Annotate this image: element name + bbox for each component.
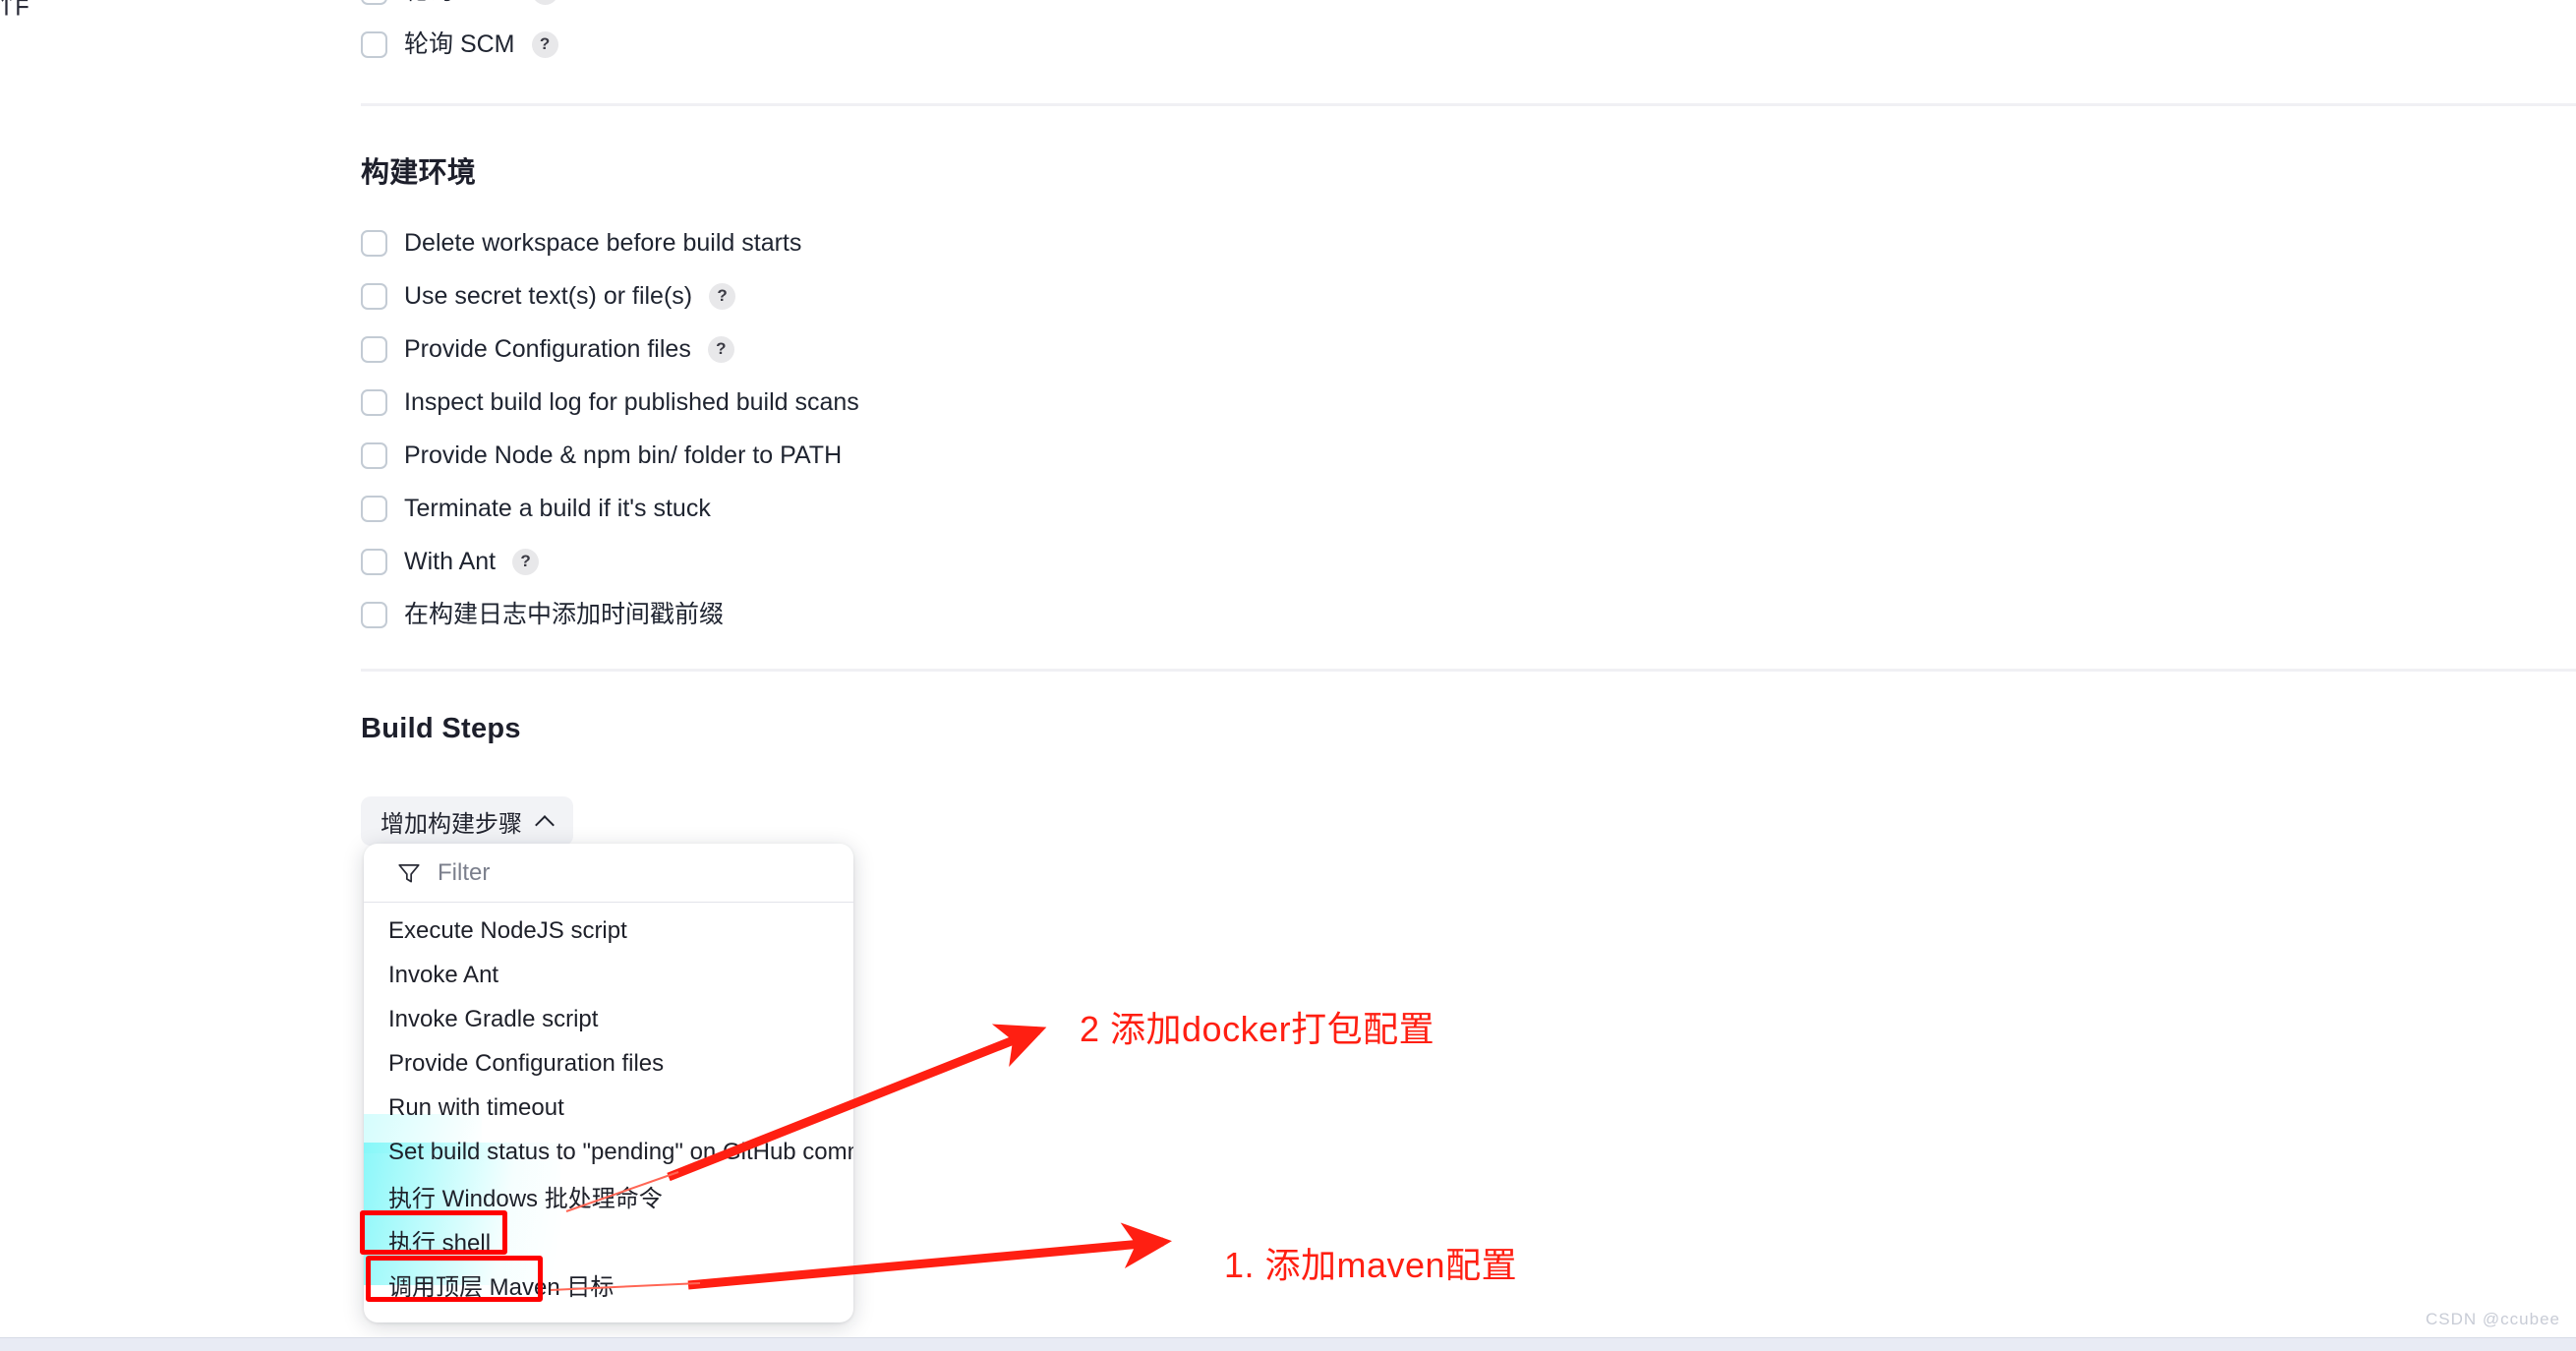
add-build-step-label: 增加构建步骤 (381, 810, 522, 838)
checkbox-label: Inspect build log for published build sc… (404, 387, 859, 416)
page-section-heading-build-steps: Build Steps (361, 713, 521, 744)
dropdown-item-label: Run with timeout (388, 1093, 564, 1121)
clipped-text-fragment: 作 (0, 0, 30, 20)
checkbox-label: With Ant (404, 547, 497, 575)
dropdown-item-label: Invoke Ant (388, 961, 499, 988)
dropdown-item-list: Execute NodeJS script Invoke Ant Invoke … (364, 903, 853, 1307)
checkbox-row-provide-configuration-files[interactable]: Provide Configuration files ? (361, 332, 734, 366)
help-icon[interactable]: ? (709, 282, 736, 310)
checkbox-provide-node-npm[interactable] (361, 441, 387, 469)
checkbox-label: Use secret text(s) or file(s) (404, 281, 693, 310)
bottom-strip (0, 1337, 2576, 1351)
dropdown-item-invoke-ant[interactable]: Invoke Ant (364, 953, 853, 997)
help-icon[interactable]: ? (512, 548, 540, 575)
dropdown-item-label: Provide Configuration files (388, 1049, 665, 1077)
chevron-up-icon (536, 812, 554, 830)
checkbox-row-inspect-build-log[interactable]: Inspect build log for published build sc… (361, 385, 859, 419)
dropdown-item-label: Invoke Gradle script (388, 1005, 599, 1032)
dropdown-item-label: 调用顶层 Maven 目标 (388, 1274, 615, 1301)
checkbox-poll-scm[interactable] (361, 0, 387, 5)
dropdown-item-provide-configuration-files[interactable]: Provide Configuration files (364, 1041, 853, 1086)
checkbox-label: Provide Node & npm bin/ folder to PATH (404, 441, 843, 469)
checkbox-timestamp-prefix[interactable] (361, 601, 387, 628)
checkbox-label: Provide Configuration files (404, 334, 691, 363)
dropdown-item-execute-nodejs-script[interactable]: Execute NodeJS script (364, 909, 853, 953)
screenshot-root: 作 轮询 SCM ? 轮询 SCM ? 构建环境 Delete workspac… (0, 0, 2576, 1351)
section-divider (361, 103, 2576, 106)
checkbox-terminate-stuck-build[interactable] (361, 495, 387, 522)
add-build-step-button[interactable]: 增加构建步骤 (361, 796, 573, 846)
annotation-label-maven: 1. 添加maven配置 (1224, 1245, 1518, 1285)
checkbox-provide-configuration-files[interactable] (361, 335, 387, 363)
dropdown-item-label: Execute NodeJS script (388, 916, 627, 944)
checkbox-label: 在构建日志中添加时间戳前缀 (404, 600, 725, 628)
checkbox-use-secret-text[interactable] (361, 282, 387, 310)
checkbox-row-terminate-stuck-build[interactable]: Terminate a build if it's stuck (361, 492, 711, 525)
help-icon[interactable]: ? (531, 30, 558, 58)
dropdown-filter-input[interactable]: Filter (438, 859, 490, 887)
checkbox-inspect-build-log[interactable] (361, 388, 387, 416)
checkbox-row-use-secret-text[interactable]: Use secret text(s) or file(s) ? (361, 279, 736, 313)
funnel-icon (398, 863, 420, 883)
checkbox-row-poll-scm-visible[interactable]: 轮询 SCM ? (361, 28, 558, 61)
checkbox-delete-workspace[interactable] (361, 229, 387, 257)
checkbox-row-provide-node-npm[interactable]: Provide Node & npm bin/ folder to PATH (361, 439, 842, 472)
checkbox-poll-scm-visible[interactable] (361, 30, 387, 58)
dropdown-item-label: 执行 Windows 批处理命令 (388, 1186, 663, 1212)
checkbox-row-with-ant[interactable]: With Ant ? (361, 545, 540, 578)
dropdown-item-invoke-top-level-maven-targets[interactable]: 调用顶层 Maven 目标 (364, 1263, 853, 1307)
help-icon[interactable]: ? (531, 0, 558, 5)
dropdown-item-invoke-gradle-script[interactable]: Invoke Gradle script (364, 997, 853, 1041)
checkbox-row-poll-scm[interactable]: 轮询 SCM ? (361, 0, 558, 5)
dropdown-item-execute-windows-batch[interactable]: 执行 Windows 批处理命令 (364, 1174, 853, 1218)
checkbox-row-delete-workspace[interactable]: Delete workspace before build starts (361, 226, 801, 260)
section-divider (361, 669, 2576, 672)
help-icon[interactable]: ? (707, 335, 734, 363)
page-section-heading-build-environment: 构建环境 (361, 157, 477, 189)
dropdown-item-run-with-timeout[interactable]: Run with timeout (364, 1086, 853, 1130)
dropdown-item-label: 执行 shell (388, 1230, 492, 1257)
checkbox-row-timestamp-prefix[interactable]: 在构建日志中添加时间戳前缀 (361, 598, 724, 631)
watermark: CSDN @ccubee (2426, 1310, 2560, 1328)
annotation-label-docker: 2 添加docker打包配置 (1080, 1009, 1435, 1049)
checkbox-label: Delete workspace before build starts (404, 228, 802, 257)
checkbox-label: 轮询 SCM (404, 29, 515, 58)
checkbox-label: Terminate a build if it's stuck (404, 494, 711, 522)
checkbox-with-ant[interactable] (361, 548, 387, 575)
dropdown-item-label: Set build status to "pending" on GitHub … (388, 1138, 853, 1165)
build-step-dropdown[interactable]: Filter Execute NodeJS script Invoke Ant … (364, 844, 853, 1322)
dropdown-item-execute-shell[interactable]: 执行 shell (364, 1218, 853, 1263)
checkbox-label: 轮询 SCM (404, 0, 515, 4)
dropdown-filter-row[interactable]: Filter (364, 844, 853, 903)
dropdown-item-set-build-status-pending[interactable]: Set build status to "pending" on GitHub … (364, 1130, 853, 1174)
